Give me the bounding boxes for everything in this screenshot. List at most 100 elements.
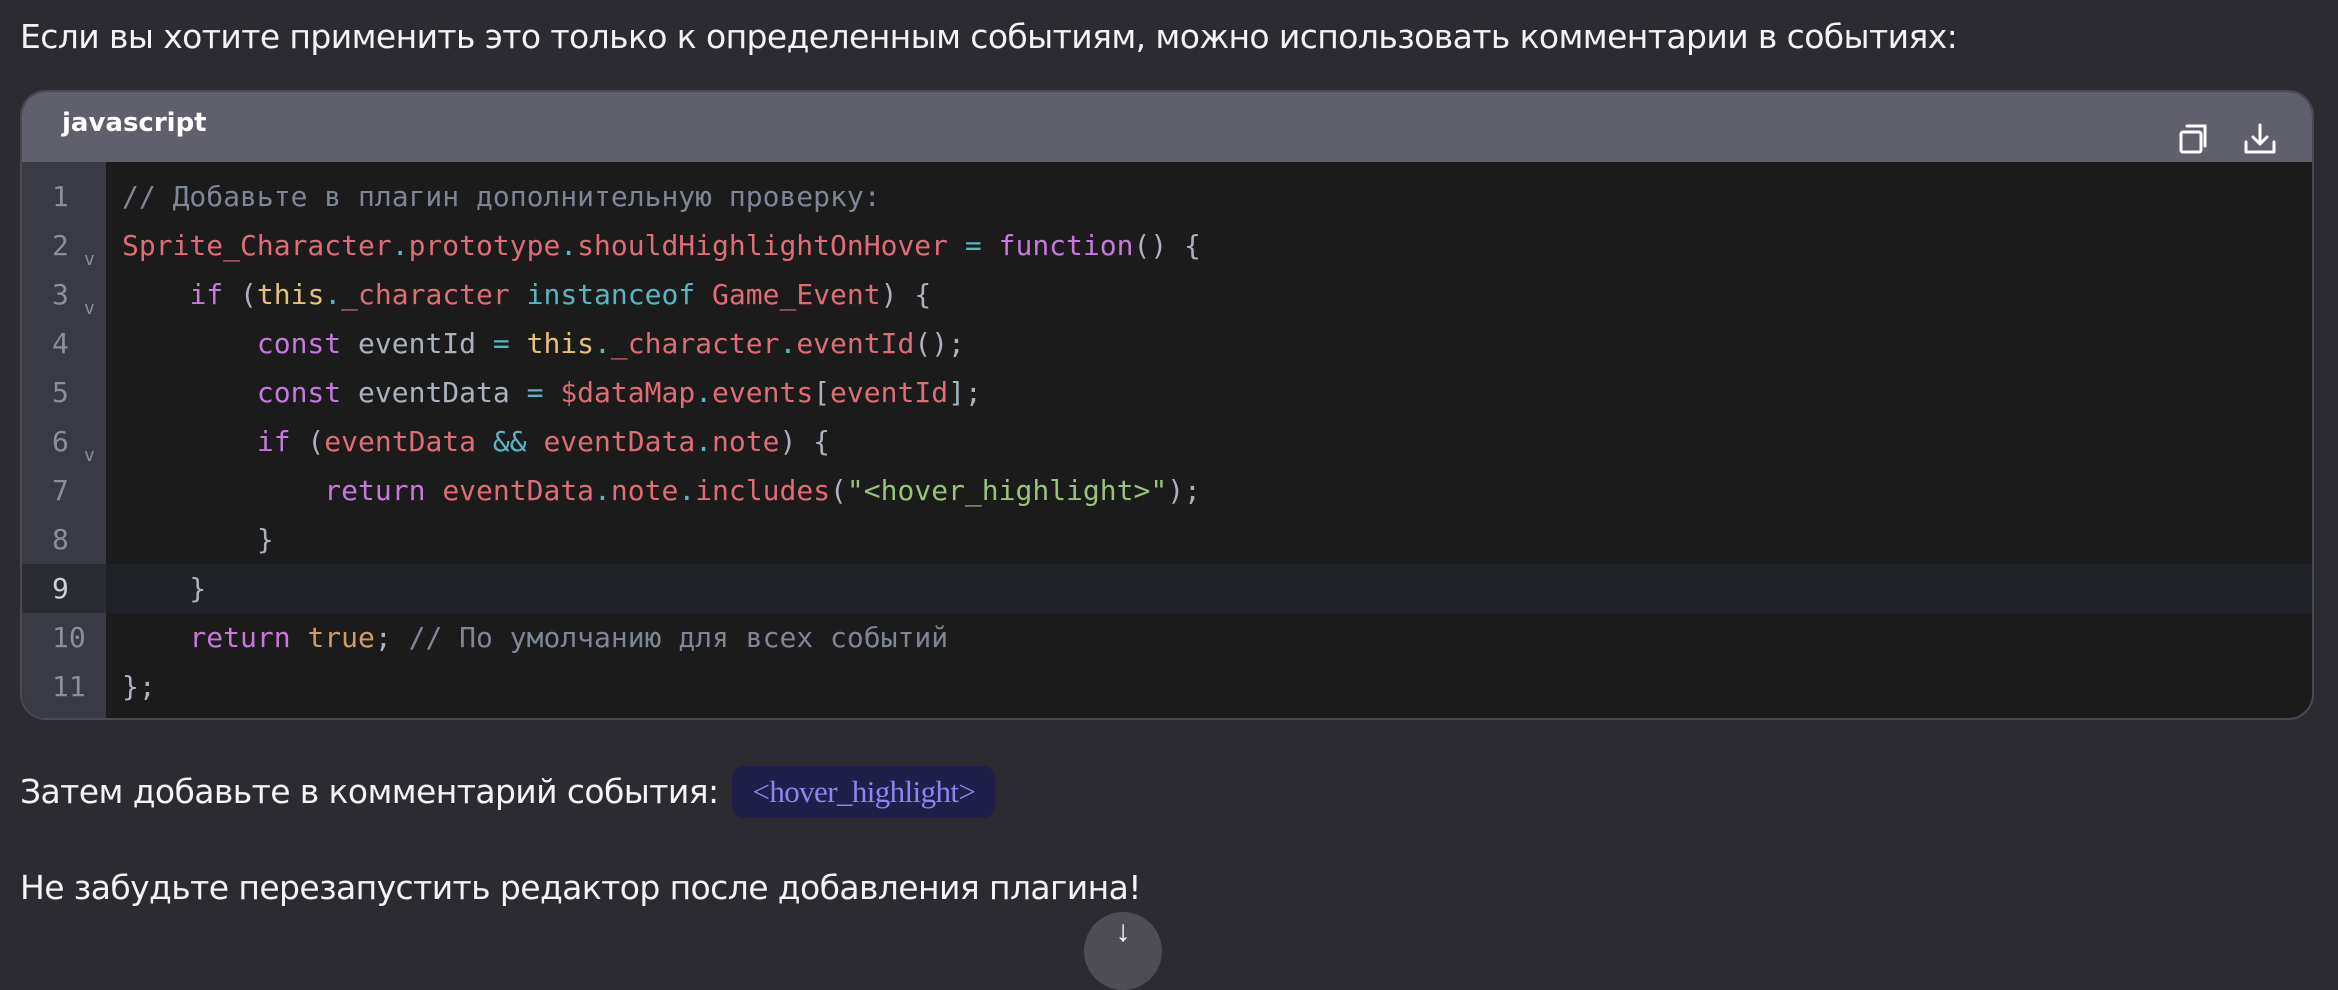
code-line: 6v if (eventData && eventData.note) { xyxy=(22,417,2312,466)
line-number: 2v xyxy=(22,221,106,270)
code-line: 8 } xyxy=(22,515,2312,564)
code-token: = xyxy=(492,327,510,360)
code-token: (); xyxy=(914,327,965,360)
code-line: 9 } xyxy=(22,564,2312,613)
code-token: _character xyxy=(341,278,510,311)
code-token: note xyxy=(712,425,780,458)
code-text: Sprite_Character.prototype.shouldHighlig… xyxy=(106,229,1201,262)
line-number: 10 xyxy=(52,621,86,654)
code-token: . xyxy=(324,278,342,311)
code-line: 11}; xyxy=(22,662,2312,711)
line-number: 7 xyxy=(52,474,69,507)
line-number: 6v xyxy=(22,417,106,466)
code-token: function xyxy=(998,229,1134,262)
code-line: 1 // Добавьте в плагин дополнительную про… xyxy=(22,172,2312,221)
code-token: return xyxy=(324,474,426,507)
line-number: 3v xyxy=(22,270,106,319)
line-number: 8 xyxy=(52,523,69,556)
code-token: shouldHighlightOnHover xyxy=(577,229,949,262)
code-token: eventData xyxy=(324,425,477,458)
code-token: . xyxy=(695,425,713,458)
code-token: . xyxy=(695,376,713,409)
code-token: ); xyxy=(1167,474,1201,507)
code-token: includes xyxy=(695,474,831,507)
code-token: }; xyxy=(122,670,156,703)
code-token: const xyxy=(256,327,342,360)
code-token: true xyxy=(307,621,375,654)
code-language-label: javascript xyxy=(62,108,207,138)
code-text: if (this._character instanceof Game_Even… xyxy=(106,278,931,311)
line-number: 1 xyxy=(52,180,69,213)
scroll-to-bottom-button[interactable]: ↓ xyxy=(1084,912,1162,990)
code-token: events xyxy=(712,376,814,409)
intro-text: Если вы хотите применить это только к оп… xyxy=(20,17,1958,56)
code-text: // Добавьте в плагин дополнительную пров… xyxy=(106,180,881,213)
code-token: } xyxy=(122,523,274,556)
line-number: 4 xyxy=(52,327,69,360)
code-text: const eventId = this._character.eventId(… xyxy=(106,327,965,360)
code-token: eventId xyxy=(341,327,493,360)
code-token: this xyxy=(256,278,325,311)
download-icon[interactable] xyxy=(2242,122,2278,158)
code-block-header: javascript xyxy=(22,92,2312,162)
code-token: . xyxy=(560,229,578,262)
code-token: const xyxy=(256,376,342,409)
code-token: . xyxy=(594,327,611,360)
code-token: . xyxy=(779,327,797,360)
code-line: 10 return true; // По умолчанию для всех… xyxy=(22,613,2312,662)
inline-code: <hover_highlight> xyxy=(732,766,996,818)
code-token: prototype xyxy=(408,229,561,262)
line-number: 11 xyxy=(52,670,86,703)
copy-icon[interactable] xyxy=(2177,122,2213,158)
code-line: 7 return eventData.note.includes("<hover… xyxy=(22,466,2312,515)
code-lines: 1 // Добавьте в плагин дополнительную про… xyxy=(22,172,2312,711)
code-line: 2 v Sprite_Character.prototype.shouldHighl… xyxy=(22,221,2312,270)
code-line: 5 const eventData = $dataMap.events[even… xyxy=(22,368,2312,417)
code-token: ]; xyxy=(948,376,982,409)
code-token: note xyxy=(610,474,679,507)
closing-text: Не забудьте перезапустить редактор после… xyxy=(20,868,1141,907)
line-number: 5 xyxy=(52,376,69,409)
code-text: return true; // По умолчанию для всех со… xyxy=(106,621,948,654)
code-token: Game_Event xyxy=(712,278,881,311)
code-token: return xyxy=(189,621,291,654)
code-token: eventId xyxy=(830,376,949,409)
code-token: $dataMap xyxy=(560,376,696,409)
code-editor[interactable]: 1 // Добавьте в плагин дополнительную про… xyxy=(22,162,2312,718)
code-token: . xyxy=(678,474,696,507)
code-line: 4 const eventId = this._character.eventI… xyxy=(22,319,2312,368)
code-token: "<hover_highlight>" xyxy=(846,474,1168,507)
code-block: javascript 1 // Добавьте в плагин дополни… xyxy=(20,90,2314,720)
code-token: eventData xyxy=(442,474,595,507)
code-token: ( xyxy=(223,278,257,311)
code-token: _character xyxy=(610,327,780,360)
code-token: this xyxy=(526,327,595,360)
code-token: ( xyxy=(290,425,325,458)
code-token: && xyxy=(492,425,527,458)
code-token: instanceof xyxy=(526,278,696,311)
code-token: ( xyxy=(830,474,847,507)
code-token: = xyxy=(526,376,544,409)
code-token: . xyxy=(594,474,611,507)
code-token: } xyxy=(122,572,207,605)
code-text: } xyxy=(106,523,274,556)
line-number: 9 xyxy=(22,564,106,613)
code-line: 3v if (this._character instanceof Game_E… xyxy=(22,270,2312,319)
code-token: if xyxy=(189,278,224,311)
code-text: } xyxy=(106,572,206,605)
code-token: if xyxy=(256,425,291,458)
code-token: Sprite_Character xyxy=(122,229,392,262)
